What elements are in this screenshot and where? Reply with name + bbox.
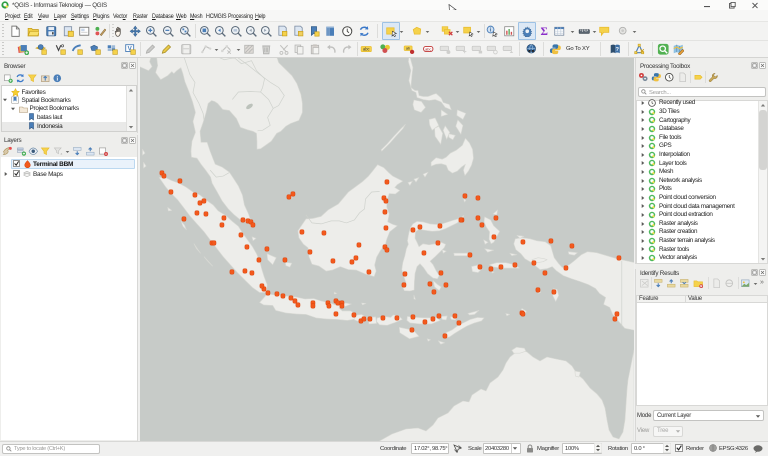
svg-text:abc: abc xyxy=(425,47,431,51)
svg-text:?: ? xyxy=(615,47,619,53)
svg-text:abc: abc xyxy=(363,46,370,51)
svg-text:ε: ε xyxy=(61,152,63,156)
svg-text:ab: ab xyxy=(406,46,410,50)
svg-text:Σ: Σ xyxy=(540,26,547,37)
